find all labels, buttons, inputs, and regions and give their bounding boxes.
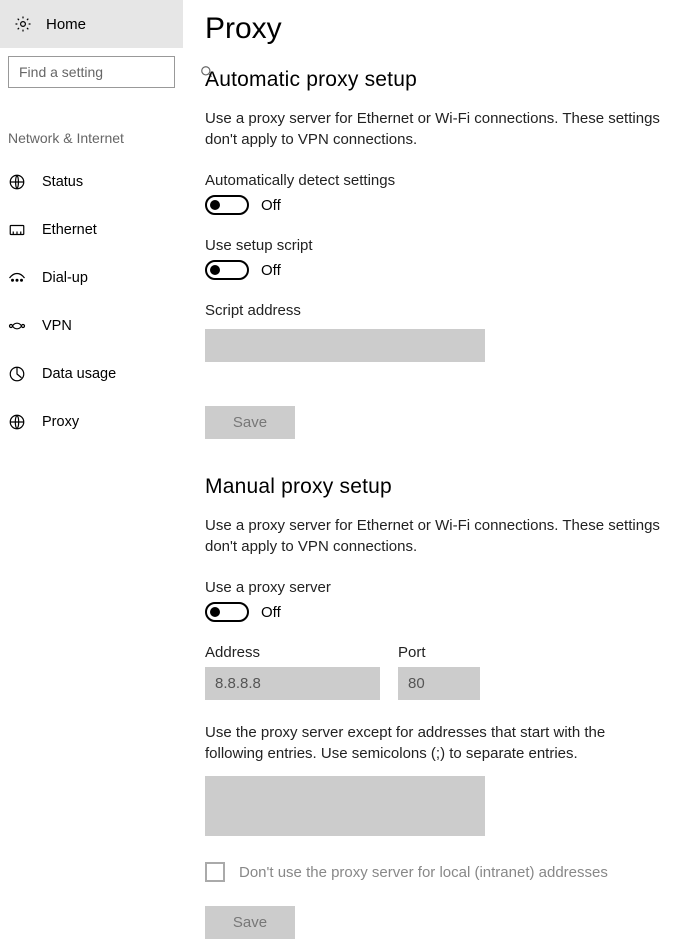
proxy-icon: [8, 413, 26, 431]
script-address-label: Script address: [205, 302, 667, 319]
bypass-local-label: Don't use the proxy server for local (in…: [239, 864, 608, 881]
sidebar-item-label: Proxy: [42, 414, 79, 430]
use-script-label: Use setup script: [205, 237, 667, 254]
auto-detect-state: Off: [261, 197, 281, 214]
auto-detect-label: Automatically detect settings: [205, 172, 667, 189]
section-auto-desc: Use a proxy server for Ethernet or Wi-Fi…: [205, 108, 667, 150]
vpn-icon: [8, 317, 26, 335]
exceptions-input[interactable]: [205, 776, 485, 836]
sidebar-item-proxy[interactable]: Proxy: [0, 398, 183, 446]
use-proxy-label: Use a proxy server: [205, 579, 667, 596]
script-address-input[interactable]: [205, 329, 485, 362]
address-input[interactable]: [205, 667, 380, 700]
sidebar-item-status[interactable]: Status: [0, 158, 183, 206]
sidebar-item-dialup[interactable]: Dial-up: [0, 254, 183, 302]
bypass-local-checkbox[interactable]: [205, 862, 225, 882]
use-proxy-state: Off: [261, 604, 281, 621]
port-label: Port: [398, 644, 480, 661]
sidebar-item-label: VPN: [42, 318, 72, 334]
sidebar-category-label: Network & Internet: [0, 88, 183, 158]
sidebar-item-label: Ethernet: [42, 222, 97, 238]
use-proxy-toggle[interactable]: [205, 602, 249, 622]
datausage-icon: [8, 365, 26, 383]
section-auto-title: Automatic proxy setup: [205, 68, 667, 92]
dialup-icon: [8, 269, 26, 287]
section-manual-desc: Use a proxy server for Ethernet or Wi-Fi…: [205, 515, 667, 557]
auto-save-button[interactable]: Save: [205, 406, 295, 439]
main-content: Proxy Automatic proxy setup Use a proxy …: [183, 0, 673, 932]
section-manual-title: Manual proxy setup: [205, 475, 667, 499]
port-input[interactable]: [398, 667, 480, 700]
search-input[interactable]: [19, 64, 200, 80]
exceptions-desc: Use the proxy server except for addresse…: [205, 722, 667, 764]
use-script-toggle[interactable]: [205, 260, 249, 280]
manual-save-button[interactable]: Save: [205, 906, 295, 939]
page-title: Proxy: [205, 12, 667, 46]
gear-icon: [14, 15, 32, 33]
auto-detect-toggle[interactable]: [205, 195, 249, 215]
sidebar-item-datausage[interactable]: Data usage: [0, 350, 183, 398]
sidebar-item-label: Data usage: [42, 366, 116, 382]
sidebar-item-label: Dial-up: [42, 270, 88, 286]
search-row: [0, 48, 183, 88]
sidebar-item-ethernet[interactable]: Ethernet: [0, 206, 183, 254]
search-box[interactable]: [8, 56, 175, 88]
sidebar-home[interactable]: Home: [0, 0, 183, 48]
status-icon: [8, 173, 26, 191]
sidebar: Home Network & Internet Status: [0, 0, 183, 932]
sidebar-item-vpn[interactable]: VPN: [0, 302, 183, 350]
sidebar-item-label: Status: [42, 174, 83, 190]
use-script-state: Off: [261, 262, 281, 279]
sidebar-home-label: Home: [46, 16, 86, 33]
address-label: Address: [205, 644, 380, 661]
ethernet-icon: [8, 221, 26, 239]
